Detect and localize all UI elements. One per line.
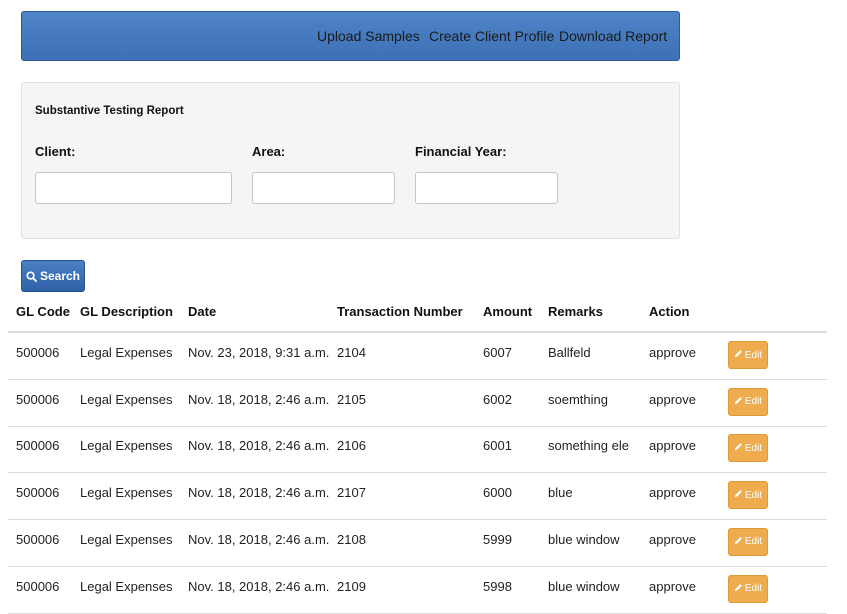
cell-transaction-number: 2107 [337, 485, 366, 501]
table-row: 500006 Legal Expenses Nov. 18, 2018, 2:46 … [8, 567, 827, 614]
cell-action: approve [649, 578, 696, 594]
cell-remarks: something ele [548, 438, 629, 454]
cell-gl-code: 500006 [16, 485, 60, 501]
edit-button[interactable]: Edit [728, 527, 768, 556]
cell-gl-description: Legal Expenses [80, 391, 173, 407]
col-header-gl-description: GL Description [80, 304, 173, 319]
table-row: 500006 Legal Expenses Nov. 18, 2018, 2:46 … [8, 426, 827, 474]
col-header-action: Action [649, 304, 690, 319]
cell-action: approve [649, 438, 696, 454]
col-header-remarks: Remarks [548, 304, 603, 319]
pencil-icon [734, 349, 743, 361]
col-header-transaction-number: Transaction Number [337, 304, 463, 319]
edit-button-label: Edit [744, 349, 763, 361]
cell-transaction-number: 2104 [337, 345, 366, 360]
panel-title: Substantive Testing Report [35, 105, 184, 117]
pencil-icon [734, 442, 743, 454]
edit-button[interactable]: Edit [728, 481, 768, 510]
cell-action: approve [649, 531, 696, 547]
cell-remarks: soemthing [548, 391, 608, 407]
cell-transaction-number: 2106 [337, 438, 366, 454]
cell-action: approve [649, 485, 696, 501]
table-row: 500006 Legal Expenses Nov. 23, 2018, 9:31 … [8, 333, 827, 380]
cell-amount: 5998 [483, 578, 512, 594]
pencil-icon [734, 583, 743, 595]
edit-button[interactable]: Edit [728, 434, 768, 463]
edit-button-label: Edit [744, 583, 763, 594]
nav-upload-samples[interactable]: Upload Samples [317, 28, 420, 44]
cell-date: Nov. 18, 2018, 2:46 a.m. [188, 438, 330, 454]
cell-date: Nov. 18, 2018, 2:46 a.m. [188, 531, 330, 547]
area-input[interactable] [252, 172, 395, 204]
cell-date: Nov. 23, 2018, 9:31 a.m. [188, 345, 330, 360]
cell-gl-description: Legal Expenses [80, 438, 173, 454]
cell-date: Nov. 18, 2018, 2:46 a.m. [188, 578, 330, 594]
cell-amount: 6007 [483, 345, 512, 360]
table-row: 500006 Legal Expenses Nov. 18, 2018, 2:46 … [8, 380, 827, 427]
pencil-icon [734, 536, 743, 548]
cell-gl-description: Legal Expenses [80, 485, 173, 501]
financial-year-label: Financial Year: [415, 144, 507, 159]
pencil-icon [734, 396, 743, 408]
cell-gl-code: 500006 [16, 391, 60, 407]
cell-gl-code: 500006 [16, 531, 60, 547]
edit-button-label: Edit [744, 442, 763, 454]
edit-button-label: Edit [744, 536, 763, 548]
edit-button-label: Edit [744, 489, 763, 501]
edit-button[interactable]: Edit [728, 341, 768, 369]
cell-amount: 6002 [483, 391, 512, 407]
col-header-gl-code: GL Code [16, 304, 70, 319]
nav-create-client-profile[interactable]: Create Client Profile [429, 28, 554, 44]
cell-amount: 6001 [483, 438, 512, 454]
edit-button[interactable]: Edit [728, 387, 768, 416]
cell-gl-description: Legal Expenses [80, 345, 173, 360]
client-label: Client: [35, 144, 76, 159]
cell-date: Nov. 18, 2018, 2:46 a.m. [188, 391, 330, 407]
pencil-icon [734, 489, 743, 501]
client-input[interactable] [35, 172, 232, 204]
cell-gl-description: Legal Expenses [80, 578, 173, 594]
cell-transaction-number: 2105 [337, 391, 366, 407]
col-header-date: Date [188, 304, 217, 319]
cell-remarks: blue window [548, 531, 620, 547]
search-button-label: Search [39, 269, 81, 283]
cell-amount: 5999 [483, 531, 512, 547]
cell-action: approve [649, 345, 696, 360]
cell-date: Nov. 18, 2018, 2:46 a.m. [188, 485, 330, 501]
cell-gl-code: 500006 [16, 438, 60, 454]
edit-button-label: Edit [744, 396, 763, 408]
cell-gl-description: Legal Expenses [80, 531, 173, 547]
edit-button[interactable]: Edit [728, 574, 768, 603]
area-label: Area: [252, 144, 286, 159]
cell-amount: 6000 [483, 485, 512, 501]
search-icon [26, 270, 37, 282]
report-filter-panel: Substantive Testing Report Client: Area:… [21, 82, 680, 239]
cell-transaction-number: 2108 [337, 531, 366, 547]
col-header-amount: Amount [483, 304, 533, 319]
search-button[interactable]: Search [21, 260, 85, 292]
table-row: 500006 Legal Expenses Nov. 18, 2018, 2:46 … [8, 473, 827, 521]
financial-year-input[interactable] [415, 172, 558, 204]
cell-remarks: blue [548, 485, 573, 501]
top-navbar: Upload Samples Create Client Profile Dow… [21, 11, 680, 61]
cell-action: approve [649, 391, 696, 407]
cell-gl-code: 500006 [16, 578, 60, 594]
cell-transaction-number: 2109 [337, 578, 366, 594]
cell-remarks: blue window [548, 578, 620, 594]
nav-download-report[interactable]: Download Report [559, 28, 667, 44]
cell-remarks: Ballfeld [548, 345, 591, 360]
cell-gl-code: 500006 [16, 345, 60, 360]
table-row: 500006 Legal Expenses Nov. 18, 2018, 2:46 … [8, 520, 827, 567]
